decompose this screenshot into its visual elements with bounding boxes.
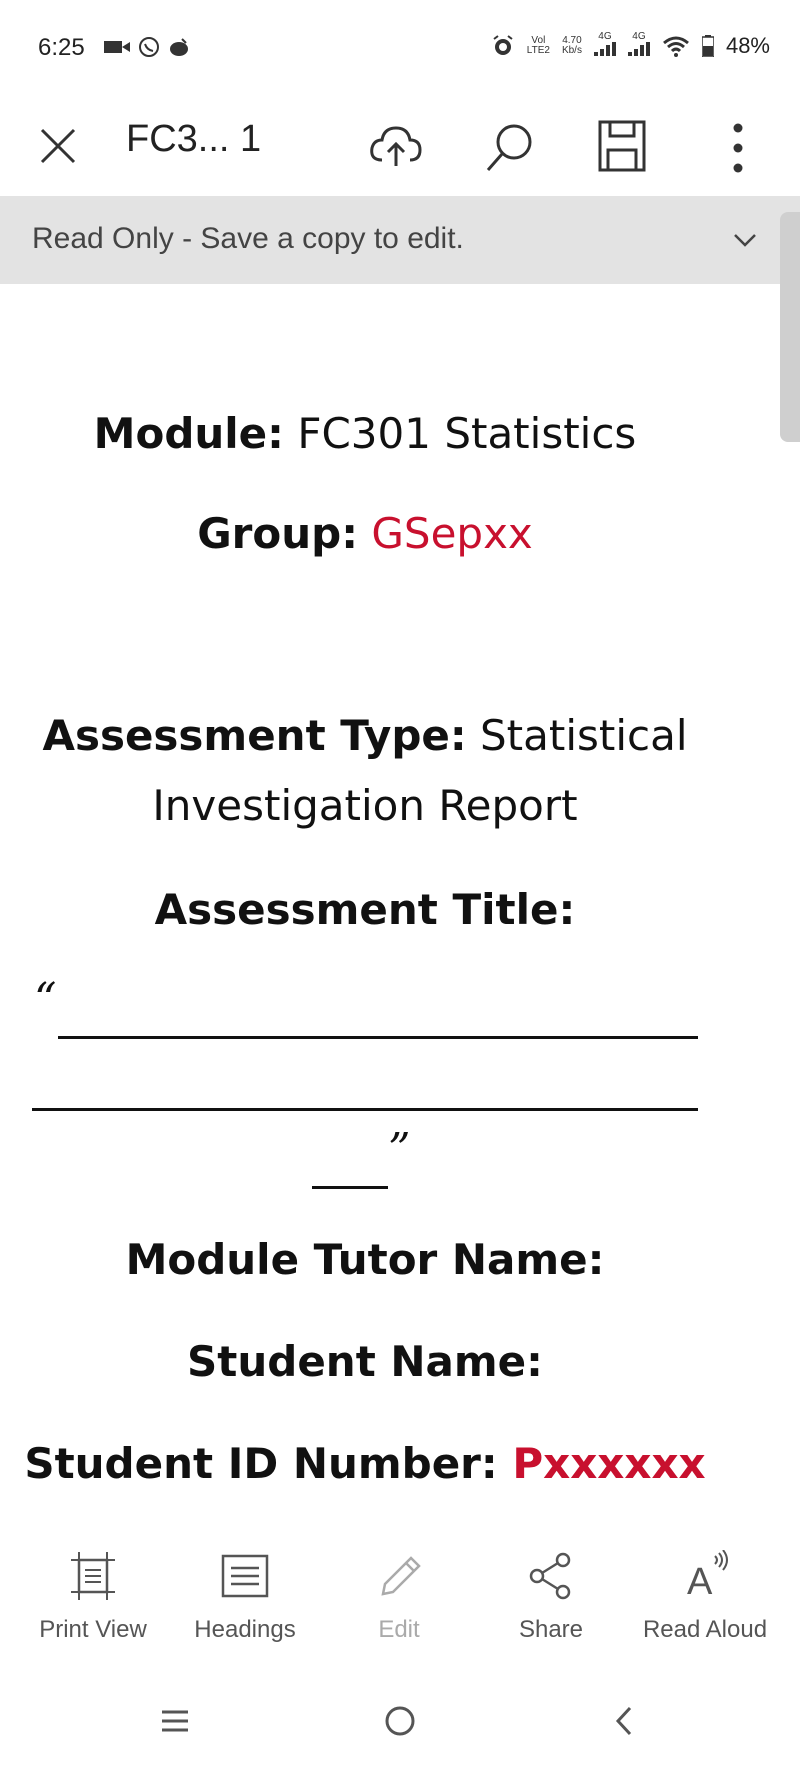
headings-button[interactable]: Headings xyxy=(170,1550,320,1644)
assessment-type-value-cont: Investigation Report xyxy=(152,781,578,830)
student-name-label: Student Name: xyxy=(187,1337,543,1386)
print-view-label: Print View xyxy=(39,1616,147,1643)
back-icon[interactable] xyxy=(600,1696,650,1746)
print-view-icon xyxy=(71,1552,115,1600)
title-blank-line-1 xyxy=(58,1036,698,1039)
student-name-line: Student Name: xyxy=(0,1336,730,1388)
module-label: Module: xyxy=(93,409,284,458)
banner-text: Read Only - Save a copy to edit. xyxy=(32,222,464,255)
app-toolbar: FC3... 1 xyxy=(0,100,800,196)
headings-icon xyxy=(221,1554,269,1598)
assessment-type-label: Assessment Type: xyxy=(42,711,467,760)
pencil-icon xyxy=(381,1556,421,1596)
svg-text:A: A xyxy=(687,1561,713,1602)
recent-apps-icon[interactable] xyxy=(150,1696,200,1746)
edit-label: Edit xyxy=(378,1616,420,1643)
print-view-button[interactable]: Print View xyxy=(18,1550,168,1644)
student-id-label: Student ID Number: xyxy=(24,1439,498,1488)
bottom-toolbar: Print View Headings Edit Share A Read Al… xyxy=(0,1528,800,1658)
close-icon[interactable] xyxy=(34,122,82,170)
student-id-line: Student ID Number: Pxxxxxx xyxy=(0,1438,730,1490)
system-nav-bar xyxy=(0,1672,800,1771)
save-icon[interactable] xyxy=(596,118,648,174)
group-line: Group: GSepxx xyxy=(0,508,730,560)
notification-icon xyxy=(170,38,188,56)
assessment-type-line: Assessment Type: Statistical xyxy=(0,710,730,762)
video-call-icon xyxy=(104,41,130,53)
document-page: Module: FC301 Statistics Group: GSepxx A… xyxy=(0,284,800,1528)
title-blank-line-3 xyxy=(312,1186,388,1189)
assessment-title-line: Assessment Title: xyxy=(0,884,730,936)
cloud-upload-icon[interactable] xyxy=(368,120,424,172)
assessment-title-label: Assessment Title: xyxy=(154,885,576,934)
signal-bars-icon xyxy=(593,42,616,56)
assessment-type-line-2: Investigation Report xyxy=(0,780,730,832)
search-icon[interactable] xyxy=(482,120,538,176)
volte-indicator: Vol LTE2 xyxy=(526,34,550,56)
signal-1: 4G xyxy=(593,32,616,59)
battery-icon xyxy=(701,34,714,57)
read-aloud-icon: A xyxy=(687,1550,728,1602)
student-id-value: Pxxxxxx xyxy=(497,1439,706,1488)
more-options-icon[interactable] xyxy=(718,118,758,178)
signal-2: 4G xyxy=(627,32,650,59)
share-button[interactable]: Share xyxy=(476,1550,626,1644)
module-value: FC301 Statistics xyxy=(283,409,637,458)
document-title[interactable]: FC3... 1 xyxy=(126,118,261,161)
title-blank-line-2 xyxy=(32,1108,698,1111)
headings-label: Headings xyxy=(194,1616,296,1643)
group-value: GSepxx xyxy=(358,509,533,558)
read-only-banner[interactable]: Read Only - Save a copy to edit. xyxy=(0,196,800,284)
signal-bars-icon xyxy=(627,42,650,56)
status-bar: 6:25 Vol LTE2 4.70 Kb/s 4G 4G 48% xyxy=(0,0,800,100)
open-quote: “ xyxy=(34,974,57,1025)
chevron-down-icon[interactable] xyxy=(732,230,758,250)
module-line: Module: FC301 Statistics xyxy=(0,408,730,460)
edit-button[interactable]: Edit xyxy=(324,1550,474,1644)
whatsapp-icon xyxy=(139,37,159,57)
assessment-type-value: Statistical xyxy=(466,711,688,760)
group-label: Group: xyxy=(197,509,359,558)
module-tutor-label: Module Tutor Name: xyxy=(125,1235,605,1284)
battery-percent: 48% xyxy=(725,32,770,58)
read-aloud-label: Read Aloud xyxy=(642,1616,768,1643)
alarm-icon xyxy=(493,34,513,55)
network-speed: 4.70 Kb/s xyxy=(561,34,582,56)
home-icon[interactable] xyxy=(375,1696,425,1746)
status-time: 6:25 xyxy=(38,34,85,61)
share-icon xyxy=(529,1552,571,1600)
read-aloud-button[interactable]: A Read Aloud xyxy=(630,1550,780,1644)
share-label: Share xyxy=(518,1616,584,1643)
module-tutor-line: Module Tutor Name: xyxy=(0,1234,730,1286)
wifi-icon xyxy=(662,36,689,57)
close-quote: ” xyxy=(388,1124,411,1175)
